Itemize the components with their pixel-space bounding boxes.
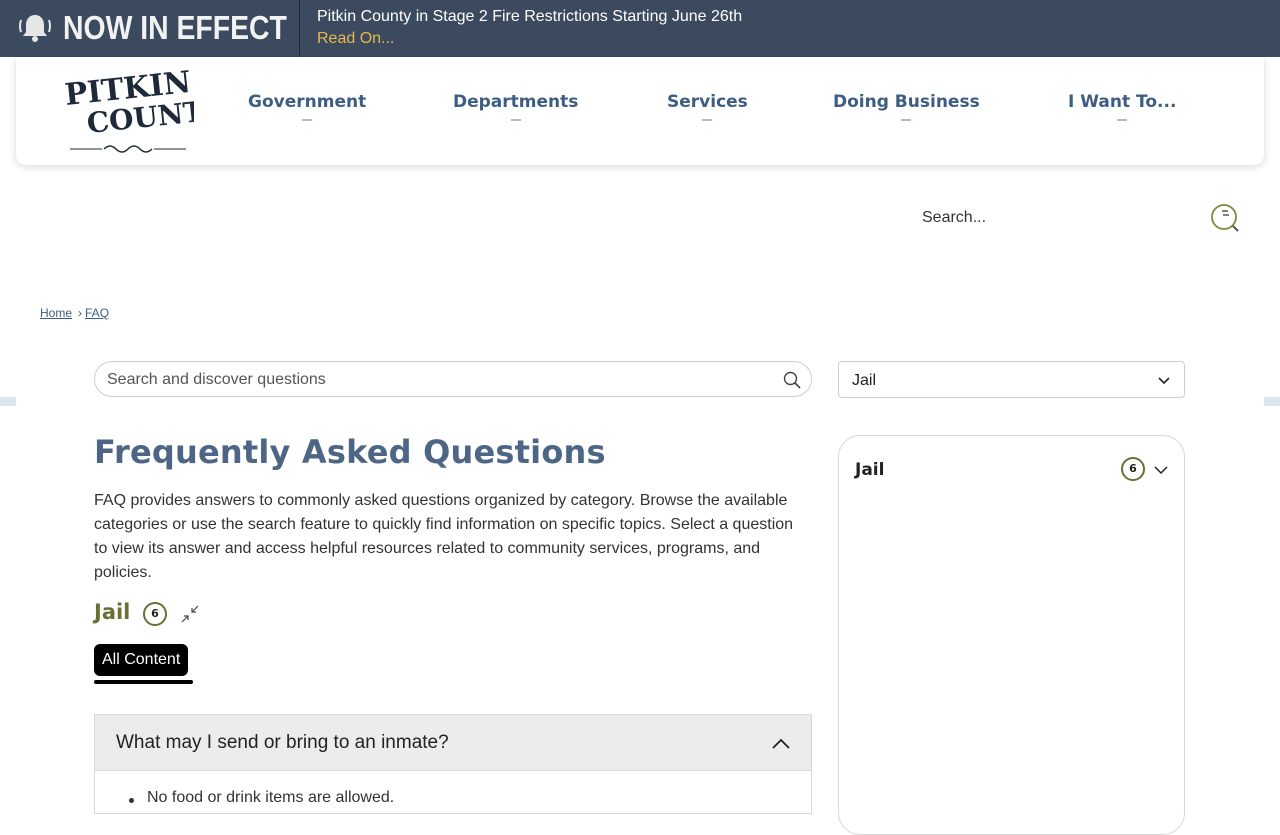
nav-label: Departments: [453, 92, 579, 112]
bullet: [129, 798, 134, 803]
side-panel-category[interactable]: Jail: [855, 460, 884, 480]
alert-read-on-link[interactable]: Read On...: [317, 30, 394, 48]
site-header: PITKIN COUNTY Government Departments Ser…: [16, 57, 1264, 165]
nav-doing-business[interactable]: Doing Business: [833, 92, 980, 121]
faq-answer-item: No food or drink items are allowed.: [147, 789, 395, 806]
site-search-input[interactable]: Search...: [922, 209, 986, 227]
nav-services[interactable]: Services: [667, 92, 748, 121]
breadcrumb: Home › FAQ: [40, 306, 109, 320]
category-select-value: Jail: [852, 372, 877, 389]
magnifier-icon[interactable]: [783, 371, 801, 389]
category-heading: Jail: [94, 600, 131, 624]
faq-search-field[interactable]: Search and discover questions: [94, 361, 812, 397]
nav-label: Government: [248, 92, 367, 112]
page-title: Frequently Asked Questions: [94, 433, 606, 471]
category-side-panel: Jail 6: [838, 435, 1185, 835]
alert-heading: NOW IN EFFECT: [63, 9, 287, 46]
nav-government[interactable]: Government: [248, 92, 367, 121]
nav-departments[interactable]: Departments: [453, 92, 579, 121]
faq-question: What may I send or bring to an inmate?: [116, 732, 449, 753]
alert-bar: NOW IN EFFECT Pitkin County in Stage 2 F…: [0, 0, 1280, 57]
chevron-down-icon: [1158, 377, 1170, 385]
page-intro: FAQ provides answers to commonly asked q…: [94, 492, 794, 581]
category-count-badge: 6: [143, 602, 167, 626]
alert-title[interactable]: Pitkin County in Stage 2 Fire Restrictio…: [317, 8, 742, 26]
nav-i-want-to[interactable]: I Want To...: [1068, 92, 1177, 121]
collapse-icon[interactable]: [181, 605, 199, 623]
alert-label-area: NOW IN EFFECT: [0, 0, 300, 57]
category-select[interactable]: Jail: [838, 361, 1185, 398]
bell-icon: [19, 15, 51, 42]
nav-label: Doing Business: [833, 92, 980, 112]
chevron-down-icon[interactable]: [1154, 463, 1168, 477]
all-content-tab[interactable]: All Content: [94, 644, 189, 676]
breadcrumb-home-link[interactable]: Home: [40, 306, 72, 320]
nav-label: Services: [667, 92, 748, 112]
pitkin-county-logo[interactable]: PITKIN COUNTY: [62, 65, 226, 161]
chevron-up-icon[interactable]: [771, 734, 791, 754]
faq-accordion-item: What may I send or bring to an inmate? N…: [94, 714, 812, 814]
nav-label: I Want To...: [1068, 92, 1177, 112]
breadcrumb-separator: ›: [78, 306, 83, 320]
faq-question-header[interactable]: What may I send or bring to an inmate?: [95, 715, 811, 771]
faq-search-placeholder: Search and discover questions: [107, 371, 326, 388]
breadcrumb-faq-link[interactable]: FAQ: [85, 306, 109, 320]
search-icon[interactable]: [1208, 201, 1242, 235]
side-panel-count-badge: 6: [1121, 457, 1145, 481]
active-tab-indicator: [94, 680, 193, 684]
